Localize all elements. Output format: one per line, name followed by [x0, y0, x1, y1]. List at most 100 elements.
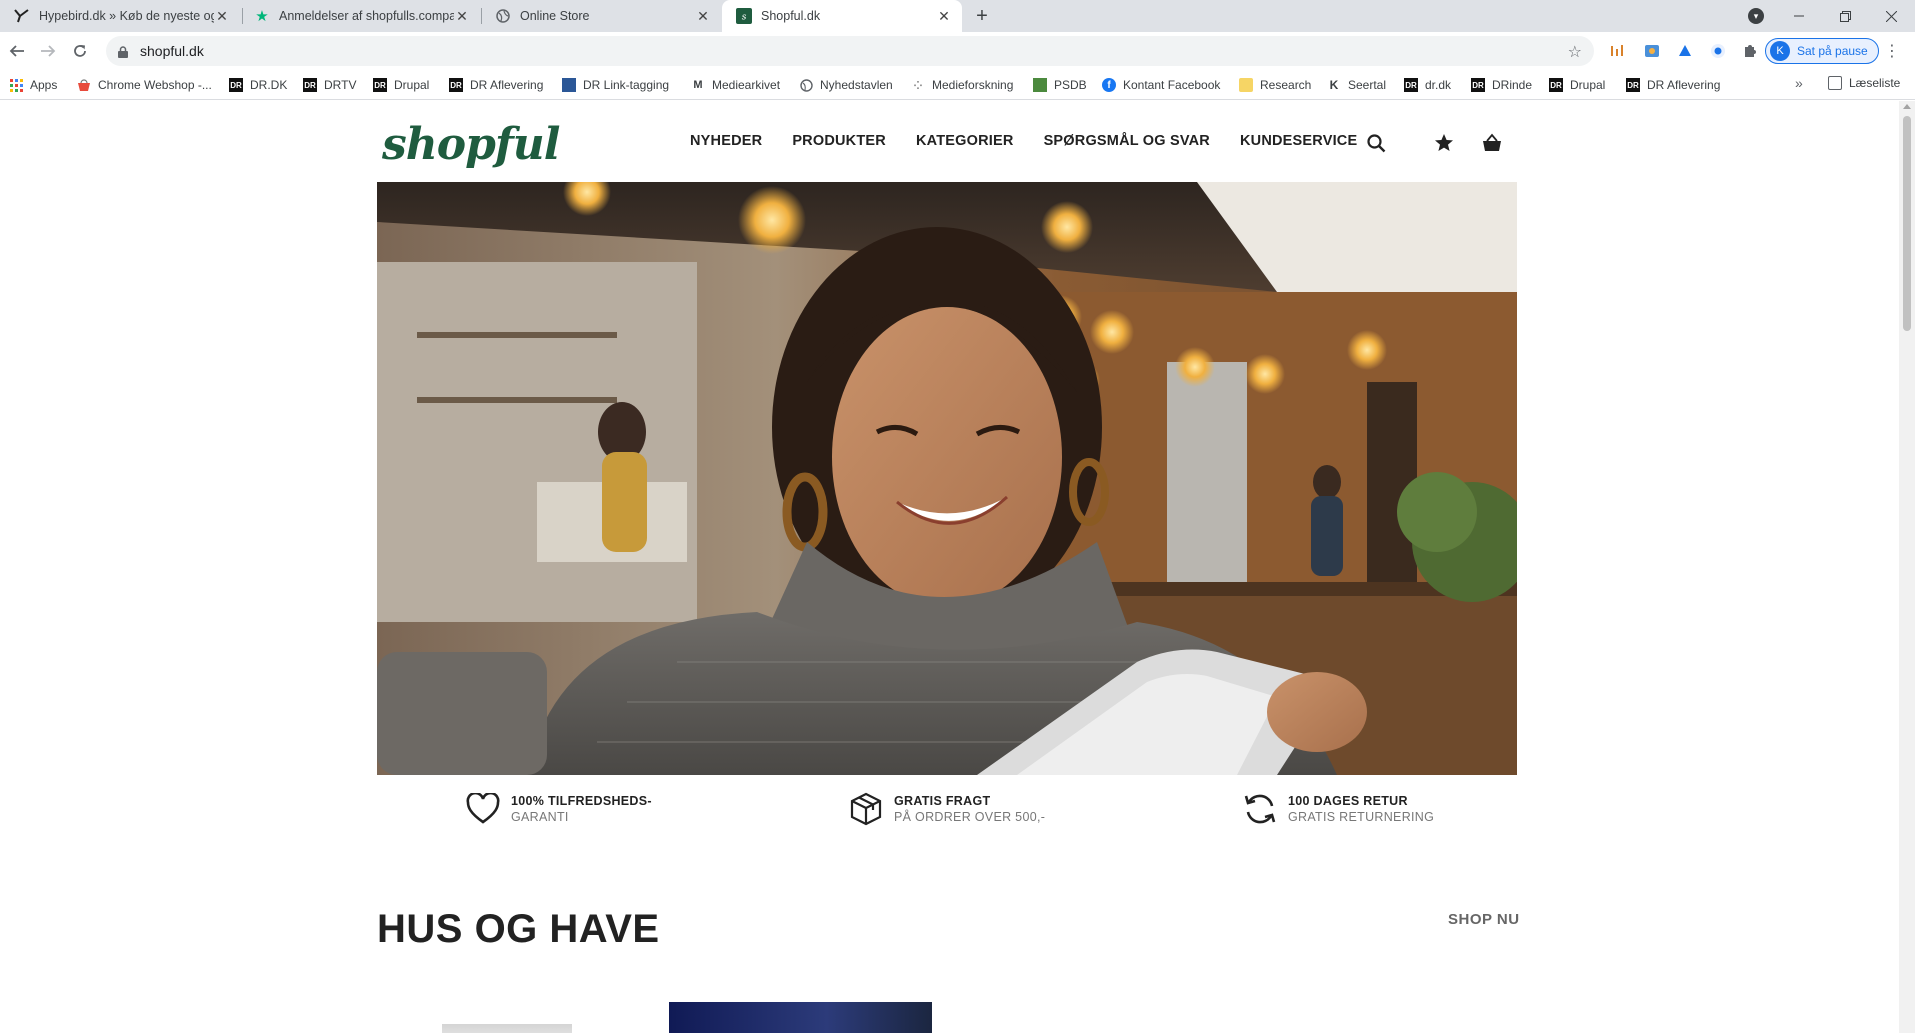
bookmark-drtv[interactable]: DR DRTV — [303, 76, 356, 94]
usp-subtitle: GRATIS RETURNERING — [1288, 810, 1435, 824]
usp-subtitle: GARANTI — [511, 810, 569, 824]
tab-title: Shopful.dk — [761, 9, 821, 23]
tab-title: Anmeldelser af shopfulls.compan — [279, 9, 454, 23]
bookmark-apps[interactable]: Apps — [9, 76, 57, 94]
apps-grid-icon — [9, 78, 23, 92]
record-extension-icon[interactable] — [1709, 42, 1727, 60]
dr-icon: DR — [303, 78, 317, 92]
bookmark-webstore[interactable]: Chrome Webshop -... — [77, 76, 212, 94]
bookmark-drupal[interactable]: DR Drupal — [373, 76, 429, 94]
reload-icon[interactable] — [66, 37, 94, 65]
new-tab-button[interactable]: + — [970, 4, 994, 28]
basket-icon[interactable] — [1480, 131, 1504, 155]
drive-extension-icon[interactable] — [1676, 42, 1694, 60]
close-icon[interactable]: ✕ — [214, 8, 230, 24]
globe-icon — [495, 8, 511, 24]
bookmark-medieforskning[interactable]: ⁘ Medieforskning — [911, 76, 1013, 94]
bookmark-psdb[interactable]: PSDB — [1033, 76, 1087, 94]
bookmark-kontant-facebook[interactable]: f Kontant Facebook — [1102, 76, 1220, 94]
scrollbar-thumb[interactable] — [1903, 116, 1911, 331]
bookmark-label: Drupal — [1570, 78, 1606, 92]
browser-tab[interactable]: Online Store ✕ — [481, 0, 721, 32]
reading-list-button[interactable]: Læseliste — [1828, 76, 1900, 90]
folder-icon — [1239, 78, 1253, 92]
bookmark-label: DR.DK — [250, 78, 288, 92]
bookmark-label: PSDB — [1054, 78, 1087, 92]
product-image[interactable] — [669, 1002, 932, 1033]
bookmark-label: dr.dk — [1425, 78, 1452, 92]
dots-icon: ⁘ — [913, 79, 923, 92]
bookmark-label: DR Link-tagging — [583, 78, 670, 92]
extensions-puzzle-icon[interactable] — [1741, 42, 1759, 60]
profile-button[interactable]: K Sat på pause — [1765, 38, 1879, 64]
nav-produkter[interactable]: PRODUKTER — [792, 133, 886, 149]
dr-icon: DR — [1549, 78, 1563, 92]
dr-icon: DR — [1404, 78, 1418, 92]
web-page: shopful NYHEDER PRODUKTER KATEGORIER SPØ… — [0, 101, 1899, 1033]
shopful-icon: s — [736, 8, 752, 24]
shopful-logo[interactable]: shopful — [382, 119, 561, 170]
section-title: HUS OG HAVE — [377, 907, 660, 951]
bookmark-dr-aflevering-2[interactable]: DR DR Aflevering — [1626, 76, 1720, 94]
bookmark-dr-link-tagging[interactable]: DR Link-tagging — [562, 76, 669, 94]
close-icon[interactable]: ✕ — [695, 8, 711, 24]
nav-nyheder[interactable]: NYHEDER — [690, 133, 762, 149]
close-icon[interactable]: ✕ — [454, 8, 470, 24]
bookmark-dr-aflevering[interactable]: DR DR Aflevering — [449, 76, 543, 94]
bookmark-dr-dk[interactable]: DR dr.dk — [1404, 76, 1451, 94]
refresh-icon — [1242, 791, 1278, 827]
bookmark-label: Drupal — [394, 78, 430, 92]
minimize-icon[interactable] — [1776, 0, 1822, 32]
globe-icon — [799, 78, 813, 92]
address-bar[interactable]: shopful.dk ☆ — [106, 36, 1594, 66]
browser-tab[interactable]: ★ Anmeldelser af shopfulls.compan ✕ — [240, 0, 480, 32]
browser-tab[interactable]: Hypebird.dk » Køb de nyeste og ✕ — [0, 0, 240, 32]
bookmark-label: Apps — [30, 78, 58, 92]
bookmark-drinde[interactable]: DR DRinde — [1471, 76, 1532, 94]
bookmark-star-icon[interactable]: ☆ — [1568, 42, 1582, 62]
nav-kategorier[interactable]: KATEGORIER — [916, 133, 1014, 149]
equalizer-extension-icon[interactable] — [1608, 42, 1626, 60]
product-image[interactable] — [442, 1024, 572, 1033]
forward-icon[interactable] — [34, 37, 62, 65]
bookmark-label: DRinde — [1492, 78, 1533, 92]
site-header: shopful NYHEDER PRODUKTER KATEGORIER SPØ… — [0, 101, 1899, 181]
bookmark-label: DR Aflevering — [470, 78, 544, 92]
tab-search-icon[interactable]: ▾ — [1748, 8, 1764, 24]
favorites-star-icon[interactable] — [1432, 131, 1456, 155]
close-icon[interactable]: ✕ — [936, 8, 952, 24]
screenshot-extension-icon[interactable] — [1643, 42, 1661, 60]
hero-image[interactable] — [377, 182, 1517, 775]
scroll-up-icon[interactable] — [1903, 104, 1911, 109]
browser-toolbar: shopful.dk ☆ K Sat på pause ⋮ — [0, 32, 1915, 70]
close-window-icon[interactable] — [1868, 0, 1914, 32]
restore-icon[interactable] — [1822, 0, 1868, 32]
bookmark-label: DR Aflevering — [1647, 78, 1721, 92]
page-scrollbar[interactable] — [1899, 101, 1915, 1033]
nav-spoergsmaal-og-svar[interactable]: SPØRGSMÅL OG SVAR — [1044, 133, 1210, 149]
bookmark-nyhedstavlen[interactable]: Nyhedstavlen — [799, 76, 893, 94]
more-bookmarks-icon[interactable]: » — [1795, 75, 1803, 91]
search-icon[interactable] — [1364, 131, 1388, 155]
bookmark-drdk[interactable]: DR DR.DK — [229, 76, 287, 94]
usp-bar: 100% TILFREDSHEDS- GARANTI GRATIS FRAGT … — [377, 791, 1517, 841]
k-icon: K — [1329, 78, 1339, 92]
bookmark-seertal[interactable]: K Seertal — [1327, 76, 1386, 94]
bookmark-mediearkivet[interactable]: M Mediearkivet — [691, 76, 780, 94]
browser-tab-active[interactable]: s Shopful.dk ✕ — [722, 0, 962, 32]
bookmark-research[interactable]: Research — [1239, 76, 1311, 94]
usp-free-shipping: GRATIS FRAGT PÅ ORDRER OVER 500,- — [848, 791, 1045, 827]
profile-status: Sat på pause — [1797, 44, 1868, 58]
url-text: shopful.dk — [140, 43, 204, 59]
shop-now-link[interactable]: SHOP NU — [1448, 911, 1520, 928]
nav-kundeservice[interactable]: KUNDESERVICE — [1240, 133, 1357, 149]
bookmark-drupal-2[interactable]: DR Drupal — [1549, 76, 1605, 94]
usp-title: 100 DAGES RETUR — [1288, 794, 1408, 808]
bookmarks-bar: Apps Chrome Webshop -... DR DR.DK DR DRT… — [0, 70, 1915, 100]
menu-kebab-icon[interactable]: ⋮ — [1884, 41, 1900, 61]
bookmark-label: DRTV — [324, 78, 357, 92]
avatar: K — [1770, 41, 1790, 61]
back-icon[interactable] — [3, 37, 31, 65]
tab-title: Online Store — [520, 9, 590, 23]
browser-tab-strip: Hypebird.dk » Køb de nyeste og ✕ ★ Anmel… — [0, 0, 1915, 32]
